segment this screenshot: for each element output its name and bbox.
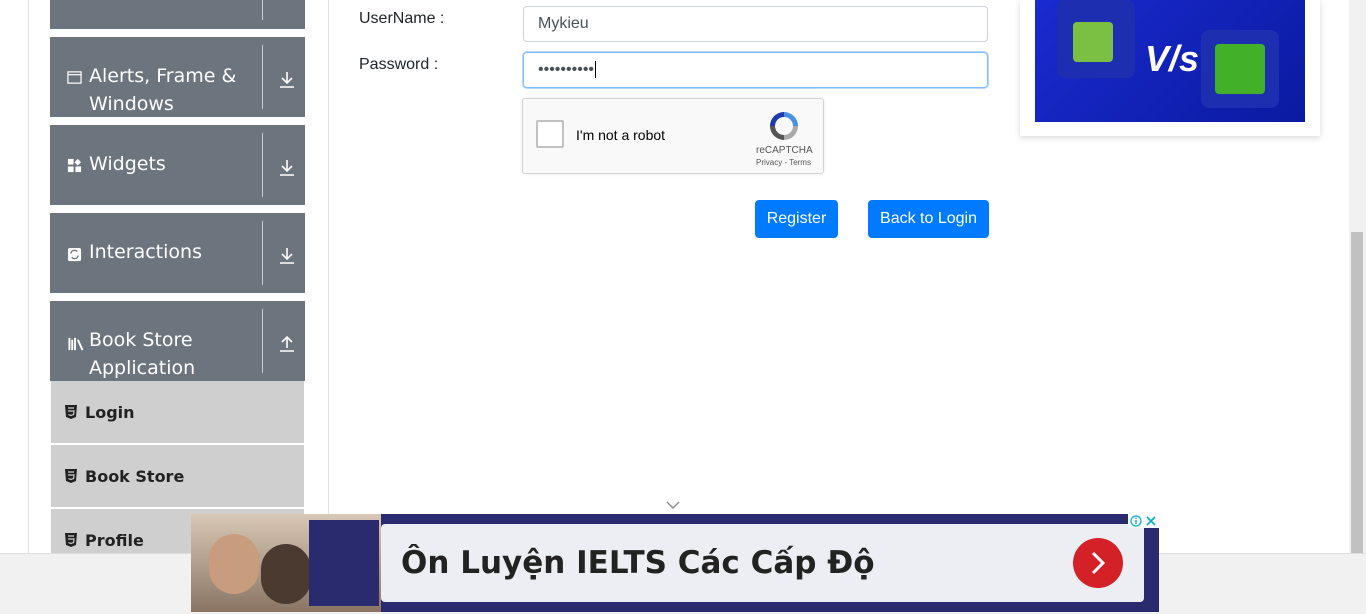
recaptcha-brand: reCAPTCHA bbox=[756, 145, 813, 156]
ad-close-controls[interactable] bbox=[1128, 514, 1159, 528]
ad-info-icon[interactable] bbox=[1130, 515, 1142, 527]
versus-icon: V/s bbox=[1145, 38, 1200, 79]
sidebar-item-label: Profile bbox=[85, 531, 144, 550]
sidebar-group-label: Alerts, Frame & Windows bbox=[89, 65, 237, 115]
recaptcha-widget: I'm not a robot reCAPTCHA Privacy - Term… bbox=[522, 98, 824, 174]
password-label: Password : bbox=[359, 56, 439, 73]
recaptcha-label: I'm not a robot bbox=[576, 127, 666, 143]
download-arrow-icon[interactable] bbox=[277, 158, 297, 178]
ad-panel: Ôn Luyện IELTS Các Cấp Độ bbox=[381, 524, 1144, 602]
books-icon bbox=[68, 337, 84, 351]
right-advertisement[interactable]: V/s bbox=[1020, 0, 1320, 136]
username-label: UserName : bbox=[359, 10, 445, 27]
recaptcha-logo-icon bbox=[770, 112, 798, 140]
selenium-logo-icon bbox=[1215, 44, 1265, 94]
back-to-login-button[interactable]: Back to Login bbox=[868, 200, 989, 238]
interactions-icon bbox=[67, 247, 82, 262]
chevron-right-icon bbox=[1091, 551, 1106, 575]
sidebar-group-bookstore[interactable]: Book Store Application bbox=[50, 301, 305, 381]
html5-icon bbox=[65, 469, 77, 483]
sidebar-item-label: Book Store bbox=[85, 467, 185, 486]
scrollbar-thumb[interactable] bbox=[1351, 232, 1363, 553]
sidebar-left-border bbox=[28, 0, 29, 553]
ad-headline: Ôn Luyện IELTS Các Cấp Độ bbox=[401, 545, 875, 581]
sidebar-item-book-store[interactable]: Book Store bbox=[51, 445, 304, 508]
close-icon[interactable] bbox=[1145, 515, 1157, 527]
download-arrow-icon[interactable] bbox=[277, 70, 297, 90]
recaptcha-checkbox[interactable] bbox=[536, 120, 564, 148]
password-input[interactable]: •••••••••• bbox=[523, 52, 988, 88]
sidebar-group-alerts[interactable]: Alerts, Frame & Windows bbox=[50, 37, 305, 117]
sidebar-group-label: Book Store Application bbox=[89, 329, 196, 379]
html5-icon bbox=[65, 533, 77, 547]
sidebar-item-label: Login bbox=[85, 403, 135, 422]
upload-arrow-icon[interactable] bbox=[277, 334, 297, 354]
chevron-down-icon[interactable] bbox=[666, 500, 680, 510]
sidebar-group-interactions[interactable]: Interactions bbox=[50, 213, 305, 293]
sidebar-right-border bbox=[328, 0, 329, 553]
download-arrow-icon[interactable] bbox=[277, 246, 297, 266]
register-button[interactable]: Register bbox=[755, 200, 838, 238]
ad-go-button[interactable] bbox=[1073, 538, 1123, 588]
vertical-scrollbar[interactable] bbox=[1349, 0, 1366, 553]
sidebar-group-label: Interactions bbox=[89, 241, 202, 263]
katalon-logo-icon bbox=[1073, 22, 1113, 62]
sidebar-group-partial[interactable] bbox=[50, 0, 305, 29]
widgets-icon bbox=[67, 158, 82, 173]
recaptcha-links[interactable]: Privacy - Terms bbox=[756, 158, 811, 167]
sidebar-group-label: Widgets bbox=[89, 153, 166, 175]
password-value: •••••••••• bbox=[538, 61, 595, 78]
sidebar-group-widgets[interactable]: Widgets bbox=[50, 125, 305, 205]
sidebar-item-login[interactable]: Login bbox=[51, 381, 304, 444]
ad-photo bbox=[191, 514, 381, 612]
bottom-advertisement[interactable]: Ôn Luyện IELTS Các Cấp Độ bbox=[191, 514, 1159, 612]
window-icon bbox=[67, 71, 82, 84]
ad-image: V/s bbox=[1035, 0, 1305, 122]
html5-icon bbox=[65, 405, 77, 419]
username-input[interactable]: Mykieu bbox=[523, 6, 988, 42]
